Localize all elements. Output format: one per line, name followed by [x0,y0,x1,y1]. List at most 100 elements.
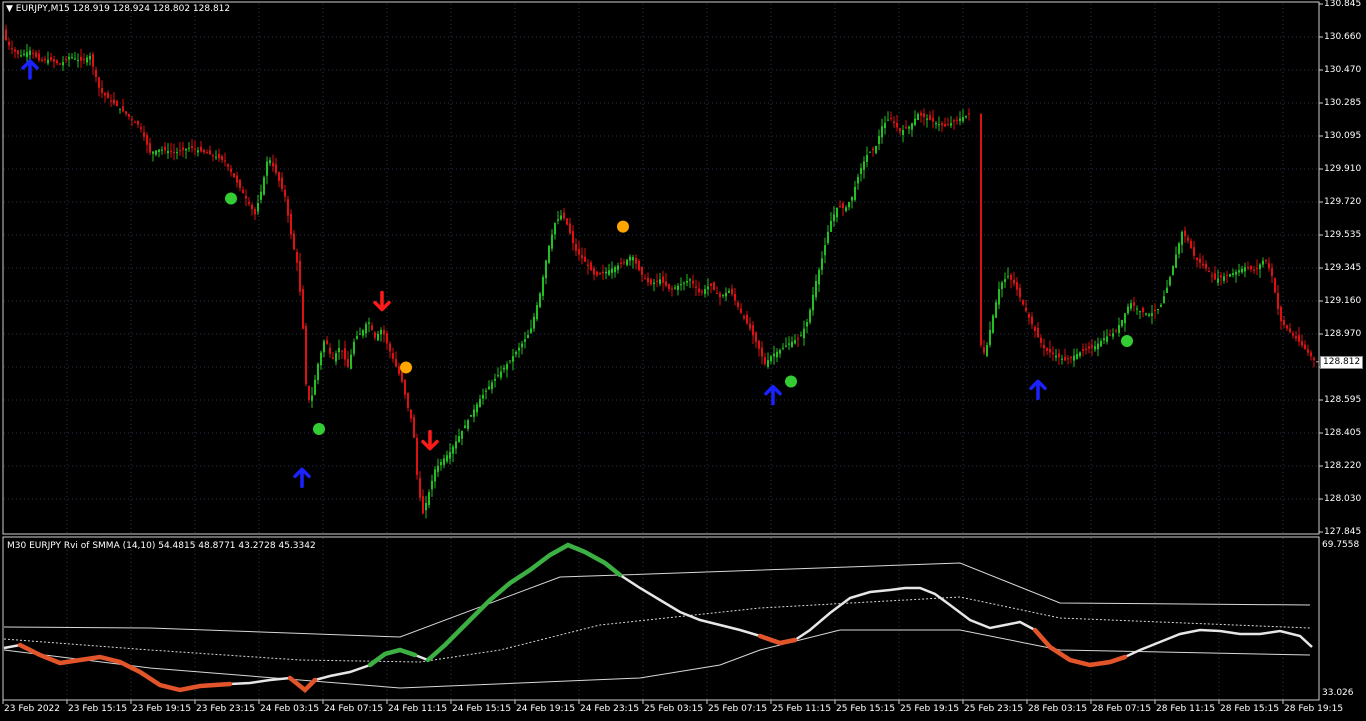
candle-body [26,52,28,57]
candle-body [944,124,946,127]
orange-dot-icon [400,361,412,374]
time-label: 25 Feb 07:15 [708,704,768,714]
candle-body [272,162,274,167]
candle-body [212,155,214,157]
candle-body [377,333,379,341]
candle-body [1046,348,1048,351]
ohlc-values: 128.919 128.924 128.802 128.812 [72,4,231,14]
candle-body [731,288,733,295]
candle-body [1271,268,1273,276]
candle-body [512,356,514,362]
candle-body [152,151,154,154]
candle-body [341,350,343,352]
candle-body [446,455,448,462]
candle-body [722,294,724,296]
candle-body [872,148,874,151]
candle-body [452,446,454,454]
candle-body [1142,307,1144,313]
candle-body [866,154,868,163]
candle-body [965,115,967,118]
price-label: 130.095 [1324,131,1362,141]
candle-body [680,284,682,286]
time-label: 24 Feb 07:15 [324,704,384,714]
candle-body [764,357,766,364]
candle-body [1283,320,1285,325]
candle-body [158,149,160,152]
candle-body [1184,230,1186,237]
candle-body [413,416,415,438]
candle-body [1217,278,1219,283]
candle-body [500,371,502,378]
candle-body [1094,346,1096,350]
candle-body [1025,307,1027,312]
candle-body [950,123,952,126]
candle-body [770,356,772,362]
candle-body [755,332,757,342]
candle-body [938,124,940,126]
candle-body [587,264,589,267]
candle-body [338,348,340,353]
candle-body [461,430,463,439]
candle-body [317,363,319,381]
candle-body [464,425,466,429]
candle-body [53,59,55,62]
candle-body [815,280,817,298]
candle-body [563,212,565,219]
candle-body [728,290,730,293]
candle-body [839,205,841,207]
candle-body [1004,279,1006,282]
candle-body [578,248,580,255]
candle-body [1019,287,1021,298]
candle-body [659,279,661,284]
candle-body [1268,263,1270,269]
candle-body [1043,344,1045,349]
candle-body [332,357,334,359]
candle-body [701,291,703,293]
candle-body [995,302,997,318]
candle-body [278,172,280,181]
candle-body [572,231,574,243]
green-dot-icon [1121,335,1133,348]
candle-body [1307,349,1309,353]
chart-window[interactable] [0,0,1366,721]
candle-body [359,333,361,335]
candle-body [791,341,793,347]
candle-body [887,119,889,121]
candle-body [1076,354,1078,359]
candle-body [761,347,763,357]
price-label: 129.345 [1324,263,1362,273]
candle-body [803,328,805,339]
candle-body [1064,356,1066,361]
candle-body [1121,319,1123,326]
candle-body [239,179,241,188]
candle-body [548,245,550,263]
candle-body [893,121,895,124]
candle-body [1244,267,1246,272]
time-label: 28 Feb 15:15 [1220,704,1280,714]
candle-body [830,220,832,232]
candle-body [1148,314,1150,316]
candle-body [65,58,67,60]
candle-body [260,191,262,200]
candle-body [125,111,127,114]
candle-body [1256,268,1258,270]
candle-body [968,113,970,115]
candle-body [299,260,301,292]
candle-body [164,146,166,151]
candle-body [191,146,193,149]
candle-body [1010,274,1012,280]
candle-body [1040,337,1042,343]
symbol-header[interactable]: ▼ EURJPY,M15 128.919 128.924 128.802 128… [6,4,230,15]
candle-body [515,351,517,355]
candle-body [1313,357,1315,360]
candle-body [668,283,670,289]
collapse-triangle-icon[interactable]: ▼ [6,4,13,14]
candle-body [35,52,37,57]
candle-body [1211,275,1213,277]
price-label: 129.535 [1324,230,1362,240]
candle-body [959,118,961,121]
candle-body [362,330,364,336]
candle-body [674,287,676,289]
candle-body [749,323,751,329]
candle-body [302,289,304,329]
